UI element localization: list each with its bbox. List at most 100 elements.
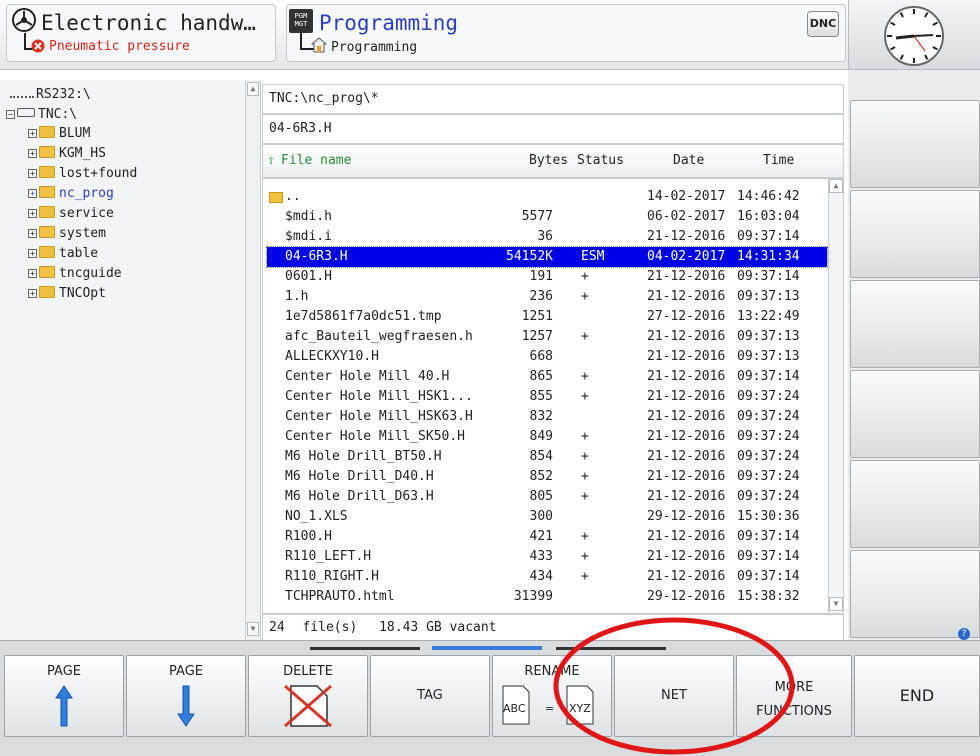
table-row[interactable]: R110_LEFT.H 433 +21-12-2016 09:37:14	[267, 547, 827, 567]
expand-icon[interactable]: +	[28, 189, 37, 198]
tree-item-nc-prog[interactable]: + nc_prog	[28, 185, 114, 203]
bytes-cell: 31399	[513, 589, 553, 604]
programming-mode-title: Programming	[319, 11, 459, 35]
scroll-down-icon[interactable]: ▼	[829, 597, 843, 611]
page-up-softkey[interactable]: PAGE	[4, 655, 124, 737]
help-icon[interactable]: ?	[958, 628, 970, 640]
table-row[interactable]: .. 14-02-2017 14:46:42	[267, 187, 827, 207]
net-softkey[interactable]: NET	[614, 655, 734, 737]
filename-input[interactable]: 04-6R3.H	[262, 114, 844, 144]
more-functions-softkey[interactable]: MORE FUNCTIONS	[736, 655, 852, 737]
tree-scrollbar[interactable]: ▲ ▼	[246, 80, 261, 640]
table-row[interactable]: M6 Hole Drill_BT50.H 854 +21-12-2016 09:37:…	[267, 447, 827, 467]
table-row[interactable]: $mdi.i 36 21-12-2016 09:37:14	[267, 227, 827, 247]
file-list[interactable]: .. 14-02-2017 14:46:42 $mdi.h 5577 06-02-2017…	[262, 178, 844, 614]
expand-icon[interactable]: +	[28, 289, 37, 298]
tree-item-system[interactable]: + system	[28, 225, 106, 243]
vertical-softkey-1[interactable]	[850, 100, 980, 188]
col-header-date[interactable]: Date	[673, 153, 704, 168]
status-cell: +	[581, 489, 589, 504]
vertical-softkey-4[interactable]	[850, 370, 980, 458]
table-row[interactable]: ALLECKXY10.H 668 21-12-2016 09:37:13	[267, 347, 827, 367]
softkey-page-indicator-active	[432, 646, 542, 650]
dnc-button[interactable]: DNC	[807, 11, 839, 37]
vertical-softkey-5[interactable]	[850, 460, 980, 548]
scroll-up-icon[interactable]: ▲	[829, 179, 843, 193]
collapse-icon[interactable]: −	[6, 110, 15, 119]
table-row[interactable]: afc_Bauteil_wegfraesen.h 1257 +21-12-2016 0…	[267, 327, 827, 347]
sort-asc-icon[interactable]: ⇧	[267, 153, 275, 168]
table-row[interactable]: 1e7d5861f7a0dc51.tmp 1251 27-12-2016 13:22:…	[267, 307, 827, 327]
col-header-status[interactable]: Status	[577, 153, 624, 168]
path-filter-field[interactable]: TNC:\nc_prog\*	[262, 84, 844, 114]
date-cell: 21-12-2016	[647, 329, 726, 344]
table-row[interactable]: 1.h 236 +21-12-2016 09:37:13	[267, 287, 827, 307]
tree-item-service[interactable]: + service	[28, 205, 114, 223]
alarm-message[interactable]: Pneumatic pressure	[49, 39, 190, 54]
table-row[interactable]: Center Hole Mill_HSK1... 855 +21-12-2016 09…	[267, 387, 827, 407]
bytes-cell: 54152K	[506, 249, 553, 264]
file-name-cell: Center Hole Mill 40.H	[285, 369, 450, 384]
file-list-scrollbar[interactable]: ▲ ▼	[828, 179, 843, 613]
table-row[interactable]: M6 Hole Drill_D40.H 852 +21-12-2016 09:37:2…	[267, 467, 827, 487]
col-header-bytes[interactable]: Bytes	[529, 153, 568, 168]
rename-softkey[interactable]: RENAME ABC = XYZ	[492, 655, 612, 737]
date-cell: 21-12-2016	[647, 449, 726, 464]
tree-item-rs232[interactable]: RS232:\	[10, 86, 91, 104]
file-name-cell: 0601.H	[285, 269, 332, 284]
col-header-time[interactable]: Time	[763, 153, 794, 168]
tree-item-tncopt[interactable]: + TNCOpt	[28, 285, 106, 303]
tree-item-kgm-hs[interactable]: + KGM_HS	[28, 145, 106, 163]
vertical-softkey-6[interactable]	[850, 550, 980, 638]
expand-icon[interactable]: +	[28, 269, 37, 278]
tree-item-blum[interactable]: + BLUM	[28, 125, 90, 143]
table-row[interactable]: $mdi.h 5577 06-02-2017 16:03:04	[267, 207, 827, 227]
tag-softkey[interactable]: TAG	[370, 655, 490, 737]
time-cell: 09:37:14	[737, 369, 800, 384]
softkey-page-indicator	[556, 647, 666, 650]
table-row[interactable]: Center Hole Mill_SK50.H 849 +21-12-2016 09:…	[267, 427, 827, 447]
delete-softkey[interactable]: DELETE	[248, 655, 368, 737]
status-cell: +	[581, 289, 589, 304]
table-row[interactable]: TCHPRAUTO.html 31399 29-12-2016 15:38:32	[267, 587, 827, 607]
expand-icon[interactable]: +	[28, 229, 37, 238]
expand-icon[interactable]: +	[28, 249, 37, 258]
table-row[interactable]: Center Hole Mill 40.H 865 +21-12-2016 09:37…	[267, 367, 827, 387]
table-row[interactable]: M6 Hole Drill_D63.H 805 +21-12-2016 09:37:2…	[267, 487, 827, 507]
expand-icon[interactable]: +	[28, 149, 37, 158]
directory-tree[interactable]: RS232:\ − TNC:\ + BLUM + KGM_HS + lost+found…	[0, 80, 246, 640]
table-row[interactable]: Center Hole Mill_HSK63.H 832 21-12-2016 09:…	[267, 407, 827, 427]
vertical-softkey-3[interactable]	[850, 280, 980, 368]
tree-item-table[interactable]: + table	[28, 245, 98, 263]
bytes-cell: 805	[529, 489, 553, 504]
status-cell: +	[581, 469, 589, 484]
expand-icon[interactable]: +	[28, 129, 37, 138]
vertical-softkey-2[interactable]	[850, 190, 980, 278]
bytes-cell: 433	[529, 549, 553, 564]
time-cell: 15:38:32	[737, 589, 800, 604]
tree-item-tnc[interactable]: − TNC:\	[6, 106, 77, 124]
status-cell: +	[581, 569, 589, 584]
tree-item-lost-found[interactable]: + lost+found	[28, 165, 137, 183]
scroll-down-icon[interactable]: ▼	[247, 622, 259, 636]
date-cell: 29-12-2016	[647, 589, 726, 604]
status-cell: +	[581, 389, 589, 404]
expand-icon[interactable]: +	[28, 209, 37, 218]
page-down-softkey[interactable]: PAGE	[126, 655, 246, 737]
expand-icon[interactable]: +	[28, 169, 37, 178]
machine-mode-panel[interactable]: Electronic handw… Pneumatic pressure	[6, 4, 276, 62]
table-row[interactable]: NO_1.XLS 300 29-12-2016 15:30:36	[267, 507, 827, 527]
bytes-cell: 832	[529, 409, 553, 424]
end-softkey[interactable]: END	[854, 655, 980, 737]
table-row[interactable]: 04-6R3.H 54152K ESM 04-02-2017 14:31:34	[266, 246, 828, 268]
table-row[interactable]: R100.H 421 +21-12-2016 09:37:14	[267, 527, 827, 547]
scroll-up-icon[interactable]: ▲	[247, 82, 259, 96]
bytes-cell: 421	[529, 529, 553, 544]
file-name-cell: M6 Hole Drill_BT50.H	[285, 449, 442, 464]
tree-item-tncguide[interactable]: + tncguide	[28, 265, 122, 283]
col-header-name[interactable]: File name	[281, 153, 351, 168]
table-row[interactable]: R110_RIGHT.H 434 +21-12-2016 09:37:14	[267, 567, 827, 587]
table-row[interactable]: 0601.H 191 +21-12-2016 09:37:14	[267, 267, 827, 287]
file-name-cell: TCHPRAUTO.html	[285, 589, 395, 604]
programming-mode-panel[interactable]: PGM MGT Programming Programming DNC	[286, 4, 846, 62]
